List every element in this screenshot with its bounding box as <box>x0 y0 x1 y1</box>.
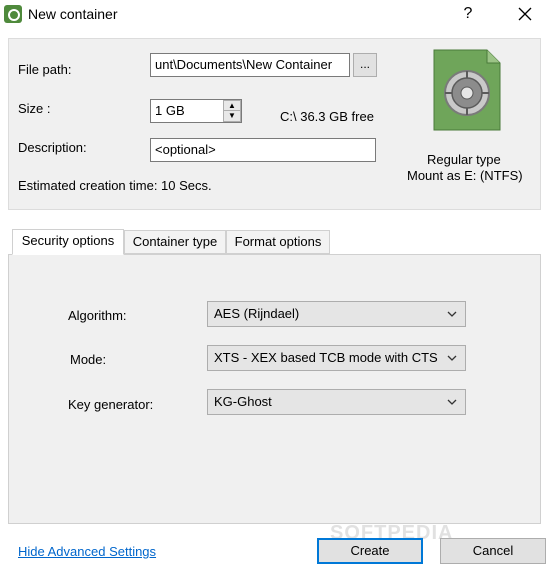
estimated-time-text: Estimated creation time: 10 Secs. <box>18 178 212 193</box>
algorithm-select[interactable]: AES (Rijndael) <box>207 301 466 327</box>
app-vault-icon <box>4 5 22 23</box>
mode-label: Mode: <box>70 352 107 367</box>
close-button[interactable] <box>515 4 535 24</box>
window-title: New container <box>28 6 118 22</box>
stepper-down-icon[interactable]: ▼ <box>224 111 240 121</box>
container-type-text: Regular type <box>427 152 501 167</box>
close-icon <box>518 7 532 21</box>
tab-container-type[interactable]: Container type <box>124 230 226 254</box>
create-button[interactable]: Create <box>317 538 423 564</box>
help-button[interactable]: ? <box>458 4 478 24</box>
browse-button[interactable]: ... <box>353 53 377 77</box>
container-file-icon <box>433 49 501 131</box>
free-space-text: C:\ 36.3 GB free <box>280 109 374 124</box>
cancel-button[interactable]: Cancel <box>440 538 546 564</box>
description-label: Description: <box>18 140 87 155</box>
size-stepper[interactable]: ▲ ▼ <box>223 100 241 122</box>
algorithm-value: AES (Rijndael) <box>214 306 300 321</box>
stepper-up-icon[interactable]: ▲ <box>224 101 240 111</box>
key-generator-label: Key generator: <box>68 397 154 412</box>
key-generator-select[interactable]: KG-Ghost <box>207 389 466 415</box>
chevron-down-icon <box>447 399 457 405</box>
algorithm-label: Algorithm: <box>68 308 127 323</box>
chevron-down-icon <box>447 355 457 361</box>
mount-info-text: Mount as E: (NTFS) <box>407 168 523 183</box>
mode-select[interactable]: XTS - XEX based TCB mode with CTS <box>207 345 466 371</box>
file-path-label: File path: <box>18 62 72 77</box>
mode-value: XTS - XEX based TCB mode with CTS <box>214 350 438 365</box>
description-input[interactable]: <optional> <box>150 138 376 162</box>
file-path-input[interactable]: unt\Documents\New Container <box>150 53 350 77</box>
chevron-down-icon <box>447 311 457 317</box>
size-label: Size : <box>18 101 51 116</box>
tab-format-options[interactable]: Format options <box>226 230 330 254</box>
tab-security-options[interactable]: Security options <box>12 229 124 255</box>
hide-advanced-settings-link[interactable]: Hide Advanced Settings <box>18 544 156 559</box>
key-generator-value: KG-Ghost <box>214 394 272 409</box>
title-bar: New container ? <box>0 0 551 30</box>
